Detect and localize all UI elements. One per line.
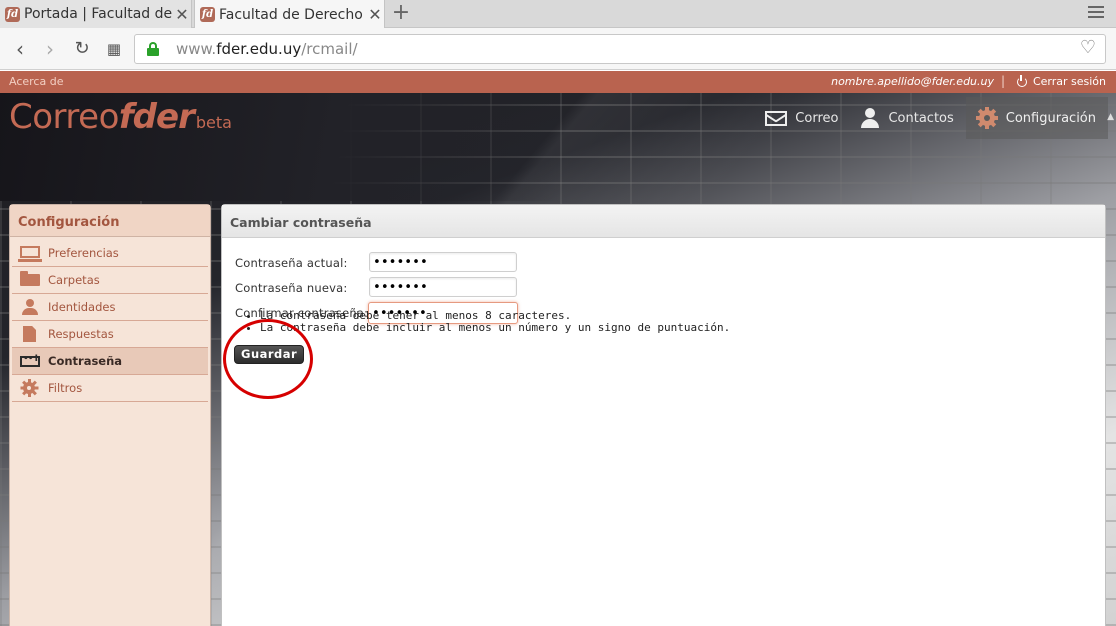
webmail-app: Acerca de nombre.apellido@fder.edu.uy | … [0, 71, 1116, 626]
settings-tabs-panel: Configuración Preferencias Carpetas Iden… [9, 204, 211, 626]
site-favicon-icon: fd [5, 6, 20, 22]
current-password-input[interactable] [369, 252, 517, 272]
browser-tab-bar: fd Portada | Facultad de ✕ fd Facultad d… [0, 0, 1116, 29]
tab-title: Portada | Facultad de [24, 6, 173, 22]
person-icon [860, 108, 880, 128]
panel-title: Cambiar contraseña [222, 205, 1105, 238]
scroll-up-arrow-icon[interactable]: ▲ [1107, 112, 1114, 122]
monitor-icon [18, 245, 42, 262]
username: nombre.apellido@fder.edu.uy [831, 75, 994, 88]
forward-icon[interactable]: › [38, 37, 62, 61]
close-tab-icon[interactable]: ✕ [366, 5, 384, 24]
topbar-separator: | [1000, 74, 1005, 88]
mail-icon [765, 110, 788, 126]
browser-tab-facultad[interactable]: fd Facultad de Derecho ✕ [194, 0, 385, 29]
taskbar-label: Configuración [1005, 110, 1096, 126]
taskbar-settings-button[interactable]: Configuración [965, 97, 1108, 139]
document-icon [23, 326, 36, 342]
taskbar-label: Contactos [888, 110, 954, 126]
person-icon [20, 299, 40, 315]
settings-item-preferences[interactable]: Preferencias [12, 240, 208, 267]
settings-item-label: Identidades [48, 300, 116, 314]
browser-tab-portada[interactable]: fd Portada | Facultad de ✕ [0, 0, 192, 28]
folder-icon [20, 271, 40, 286]
password-rules-list: La contraseña debe tener al menos 8 cara… [260, 310, 730, 334]
logout-button[interactable]: Cerrar sesión [1016, 74, 1106, 88]
logo-text-beta: beta [195, 113, 232, 132]
settings-item-label: Contraseña [48, 354, 123, 368]
heart-icon[interactable]: ♡ [1080, 37, 1096, 58]
lock-icon [147, 42, 159, 56]
top-line: Acerca de nombre.apellido@fder.edu.uy | … [0, 71, 1116, 93]
settings-item-filters[interactable]: Filtros [12, 375, 208, 402]
current-password-label: Contraseña actual: [235, 256, 348, 270]
password-icon [20, 354, 40, 367]
settings-nav-list: Preferencias Carpetas Identidades Respue… [10, 240, 210, 402]
settings-item-label: Carpetas [48, 273, 100, 287]
settings-item-responses[interactable]: Respuestas [12, 321, 208, 348]
taskbar-mail-button[interactable]: Correo [755, 97, 850, 139]
browser-nav-bar: ‹ › ↻ ▦ www.fder.edu.uy/rcmail/ ♡ [0, 28, 1116, 70]
gear-icon [975, 107, 998, 129]
address-bar[interactable]: www.fder.edu.uy/rcmail/ ♡ [134, 34, 1106, 64]
about-link[interactable]: Acerca de [9, 75, 63, 88]
site-favicon-icon: fd [200, 7, 215, 22]
settings-item-password[interactable]: Contraseña [12, 348, 208, 375]
back-icon[interactable]: ‹ [8, 37, 32, 61]
taskbar-contacts-button[interactable]: Contactos [850, 97, 965, 139]
reload-icon[interactable]: ↻ [70, 37, 94, 61]
gear-icon [20, 379, 40, 397]
close-tab-icon[interactable]: ✕ [173, 5, 191, 24]
new-tab-button[interactable]: + [390, 1, 412, 25]
settings-nav-title: Configuración [10, 205, 210, 237]
url-text: www.fder.edu.uy/rcmail/ [176, 40, 358, 58]
speed-dial-icon[interactable]: ▦ [102, 37, 126, 61]
logo-text-correo: Correo [9, 97, 119, 137]
save-button[interactable]: Guardar [234, 345, 305, 364]
logo-text-fder: fder [118, 97, 195, 137]
change-password-panel: Cambiar contraseña Contraseña actual: Co… [221, 204, 1106, 626]
settings-item-label: Filtros [48, 381, 83, 395]
settings-item-folders[interactable]: Carpetas [12, 267, 208, 294]
app-logo: Correo fder beta [9, 97, 232, 137]
power-icon [1016, 74, 1027, 87]
new-password-label: Contraseña nueva: [235, 281, 348, 295]
tab-menu-icon[interactable] [1088, 3, 1104, 23]
logout-label: Cerrar sesión [1032, 75, 1106, 88]
password-rule: La contraseña debe incluir al menos un n… [260, 322, 730, 334]
taskbar-label: Correo [795, 110, 839, 126]
settings-item-identities[interactable]: Identidades [12, 294, 208, 321]
new-password-input[interactable] [369, 277, 517, 297]
tab-title: Facultad de Derecho [219, 6, 363, 23]
taskbar: Correo Contactos Configuración [755, 97, 1108, 139]
settings-item-label: Respuestas [48, 327, 114, 341]
settings-item-label: Preferencias [48, 246, 119, 260]
